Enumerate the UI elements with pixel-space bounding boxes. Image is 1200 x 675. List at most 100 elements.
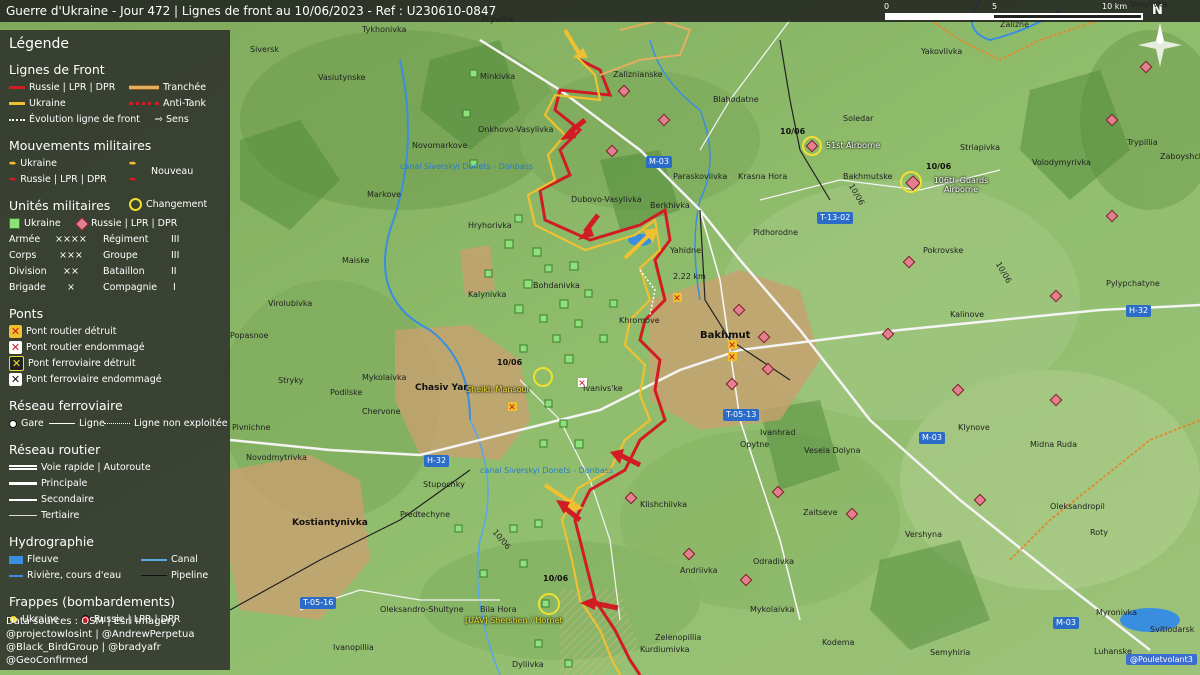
swatch-front-russia bbox=[9, 86, 25, 89]
swatch-trench bbox=[129, 85, 159, 90]
place-label: Mykolaivka bbox=[362, 373, 407, 382]
place-label: Trypillia bbox=[1127, 138, 1158, 147]
place-label: Podilske bbox=[330, 388, 363, 397]
place-label: Virolubivka bbox=[268, 299, 313, 308]
road-shield: M-03 bbox=[646, 156, 672, 168]
legend-bridge: Pont ferroviaire détruit bbox=[28, 358, 136, 369]
station-icon bbox=[9, 419, 17, 428]
place-label: Hryhorivka bbox=[468, 221, 512, 230]
legend-river: Rivière, cours d'eau bbox=[27, 570, 122, 581]
echelon-label: Bataillon bbox=[103, 266, 145, 277]
swatch-main-road bbox=[9, 482, 37, 485]
road-shield: T-05-13 bbox=[723, 409, 760, 421]
legend-roads-title: Réseau routier bbox=[9, 442, 101, 457]
road-shield: H-32 bbox=[424, 455, 450, 467]
place-label: Odradivka bbox=[753, 557, 794, 566]
echelon-symbol: III bbox=[171, 250, 180, 261]
place-label: Bakhmutske bbox=[843, 172, 893, 181]
place-label-bakhmut: Bakhmut bbox=[700, 330, 751, 341]
legend-river-big: Fleuve bbox=[27, 554, 59, 565]
place-label: Bohdanivka bbox=[533, 281, 580, 290]
swatch-highway bbox=[9, 465, 37, 470]
swatch-rail-unused bbox=[104, 423, 130, 424]
legend-hydro-title: Hydrographie bbox=[9, 534, 94, 549]
place-label: Stryky bbox=[278, 376, 304, 385]
road-bridge-damaged-icon: ✕ bbox=[9, 341, 22, 354]
echelon-symbol: I bbox=[173, 282, 176, 293]
svg-text:✕: ✕ bbox=[508, 403, 516, 413]
rail-bridge-damaged-icon: ✕ bbox=[9, 373, 22, 386]
source-line: @Black_BirdGroup | @bradyafr bbox=[6, 642, 161, 653]
place-label: Kurdiumivka bbox=[640, 645, 690, 654]
date-label: 10/06 bbox=[780, 127, 806, 136]
scale-label-5: 5 bbox=[992, 2, 998, 11]
legend-bridge: Pont routier détruit bbox=[26, 326, 117, 337]
legend-canal: Canal bbox=[171, 554, 198, 565]
echelon-symbol: ×× bbox=[63, 266, 79, 277]
svg-text:✕: ✕ bbox=[673, 294, 681, 304]
legend-station: Gare bbox=[21, 418, 44, 429]
road-shield: T-05-16 bbox=[300, 597, 337, 609]
place-label: Midna Ruda bbox=[1030, 440, 1077, 449]
arrow-red-icon: ➨ bbox=[9, 174, 21, 185]
legend-strikes-title: Frappes (bombardements) bbox=[9, 594, 175, 609]
legend-units-title: Unités militaires Changement bbox=[9, 198, 221, 213]
legend-direction: Sens bbox=[165, 114, 189, 125]
place-label: Stupochky bbox=[423, 480, 465, 489]
data-sources: Data sources : OSM | Esri Imagery @proje… bbox=[6, 615, 194, 667]
place-label: Striapivka bbox=[960, 143, 1001, 152]
legend-change: Changement bbox=[146, 199, 208, 210]
place-label: Paraskoviivka bbox=[673, 172, 728, 181]
road-shield: M-03 bbox=[1053, 617, 1079, 629]
place-label: Yakovlivka bbox=[921, 47, 963, 56]
legend-rail-title: Réseau ferroviaire bbox=[9, 398, 123, 413]
unit-label-51st: 51st Airborne bbox=[826, 141, 881, 150]
place-label: Semyhiria bbox=[930, 648, 971, 657]
place-label: Dyliivka bbox=[512, 660, 544, 669]
swatch-evolution bbox=[9, 118, 25, 121]
arrow-yellow-icon: ➨ bbox=[9, 158, 21, 169]
place-label: Bila Hora bbox=[480, 605, 517, 614]
legend-front-title: Lignes de Front bbox=[9, 62, 105, 77]
place-label: Tykhonivka bbox=[362, 25, 407, 34]
legend-road: Secondaire bbox=[41, 494, 94, 505]
place-label: Oleksandropil bbox=[1050, 502, 1105, 511]
place-label: Klishchiivka bbox=[640, 500, 687, 509]
place-label: Zelenopillia bbox=[655, 633, 702, 642]
legend-trench: Tranchée bbox=[163, 82, 207, 93]
legend-front-russia: Russie | LPR | DPR bbox=[29, 82, 116, 93]
echelon-symbol: × bbox=[67, 282, 75, 293]
source-line: @GeoConfirmed bbox=[6, 655, 88, 666]
place-label: Vesela Dolyna bbox=[804, 446, 861, 455]
place-label: Oleksandro-Shultyne bbox=[380, 605, 464, 614]
legend-rail-line: Ligne bbox=[79, 418, 105, 429]
echelon-label: Régiment bbox=[103, 234, 149, 245]
place-label: Berkhivka bbox=[650, 201, 690, 210]
place-label: Kodema bbox=[822, 638, 855, 647]
echelon-symbol: III bbox=[171, 234, 180, 245]
unit-ukraine-icon bbox=[9, 218, 20, 229]
unit-label-106th: 106th Guards Airborne bbox=[933, 176, 989, 194]
swatch-rail bbox=[49, 423, 75, 424]
echelon-label: Corps bbox=[9, 250, 37, 261]
legend-bridges-title: Ponts bbox=[9, 306, 44, 321]
place-label: Onkhovo-Vasylivka bbox=[478, 125, 554, 134]
place-label: Dubovo-Vasylivka bbox=[571, 195, 642, 204]
swatch-river bbox=[9, 574, 23, 577]
legend-movements-title: Mouvements militaires bbox=[9, 138, 152, 153]
place-label: Popasnoe bbox=[230, 331, 269, 340]
date-label: 10/06 bbox=[926, 162, 952, 171]
place-label: Ivanhrad bbox=[760, 428, 796, 437]
swatch-front-ukraine bbox=[9, 102, 25, 105]
place-label: Andriivka bbox=[680, 566, 718, 575]
place-label: Zaliznianske bbox=[613, 70, 663, 79]
place-label: Opytne bbox=[740, 440, 770, 449]
change-circle-icon bbox=[129, 198, 142, 211]
swatch-pipeline bbox=[141, 575, 167, 576]
place-label: Krasna Hora bbox=[738, 172, 788, 181]
legend-antitank: Anti-Tank bbox=[163, 98, 207, 109]
place-label: Minkivka bbox=[480, 72, 516, 81]
place-label: Novodmytrivka bbox=[246, 453, 307, 462]
legend-unit-ukraine: Ukraine bbox=[24, 218, 61, 229]
unit-russia-icon bbox=[74, 216, 90, 231]
